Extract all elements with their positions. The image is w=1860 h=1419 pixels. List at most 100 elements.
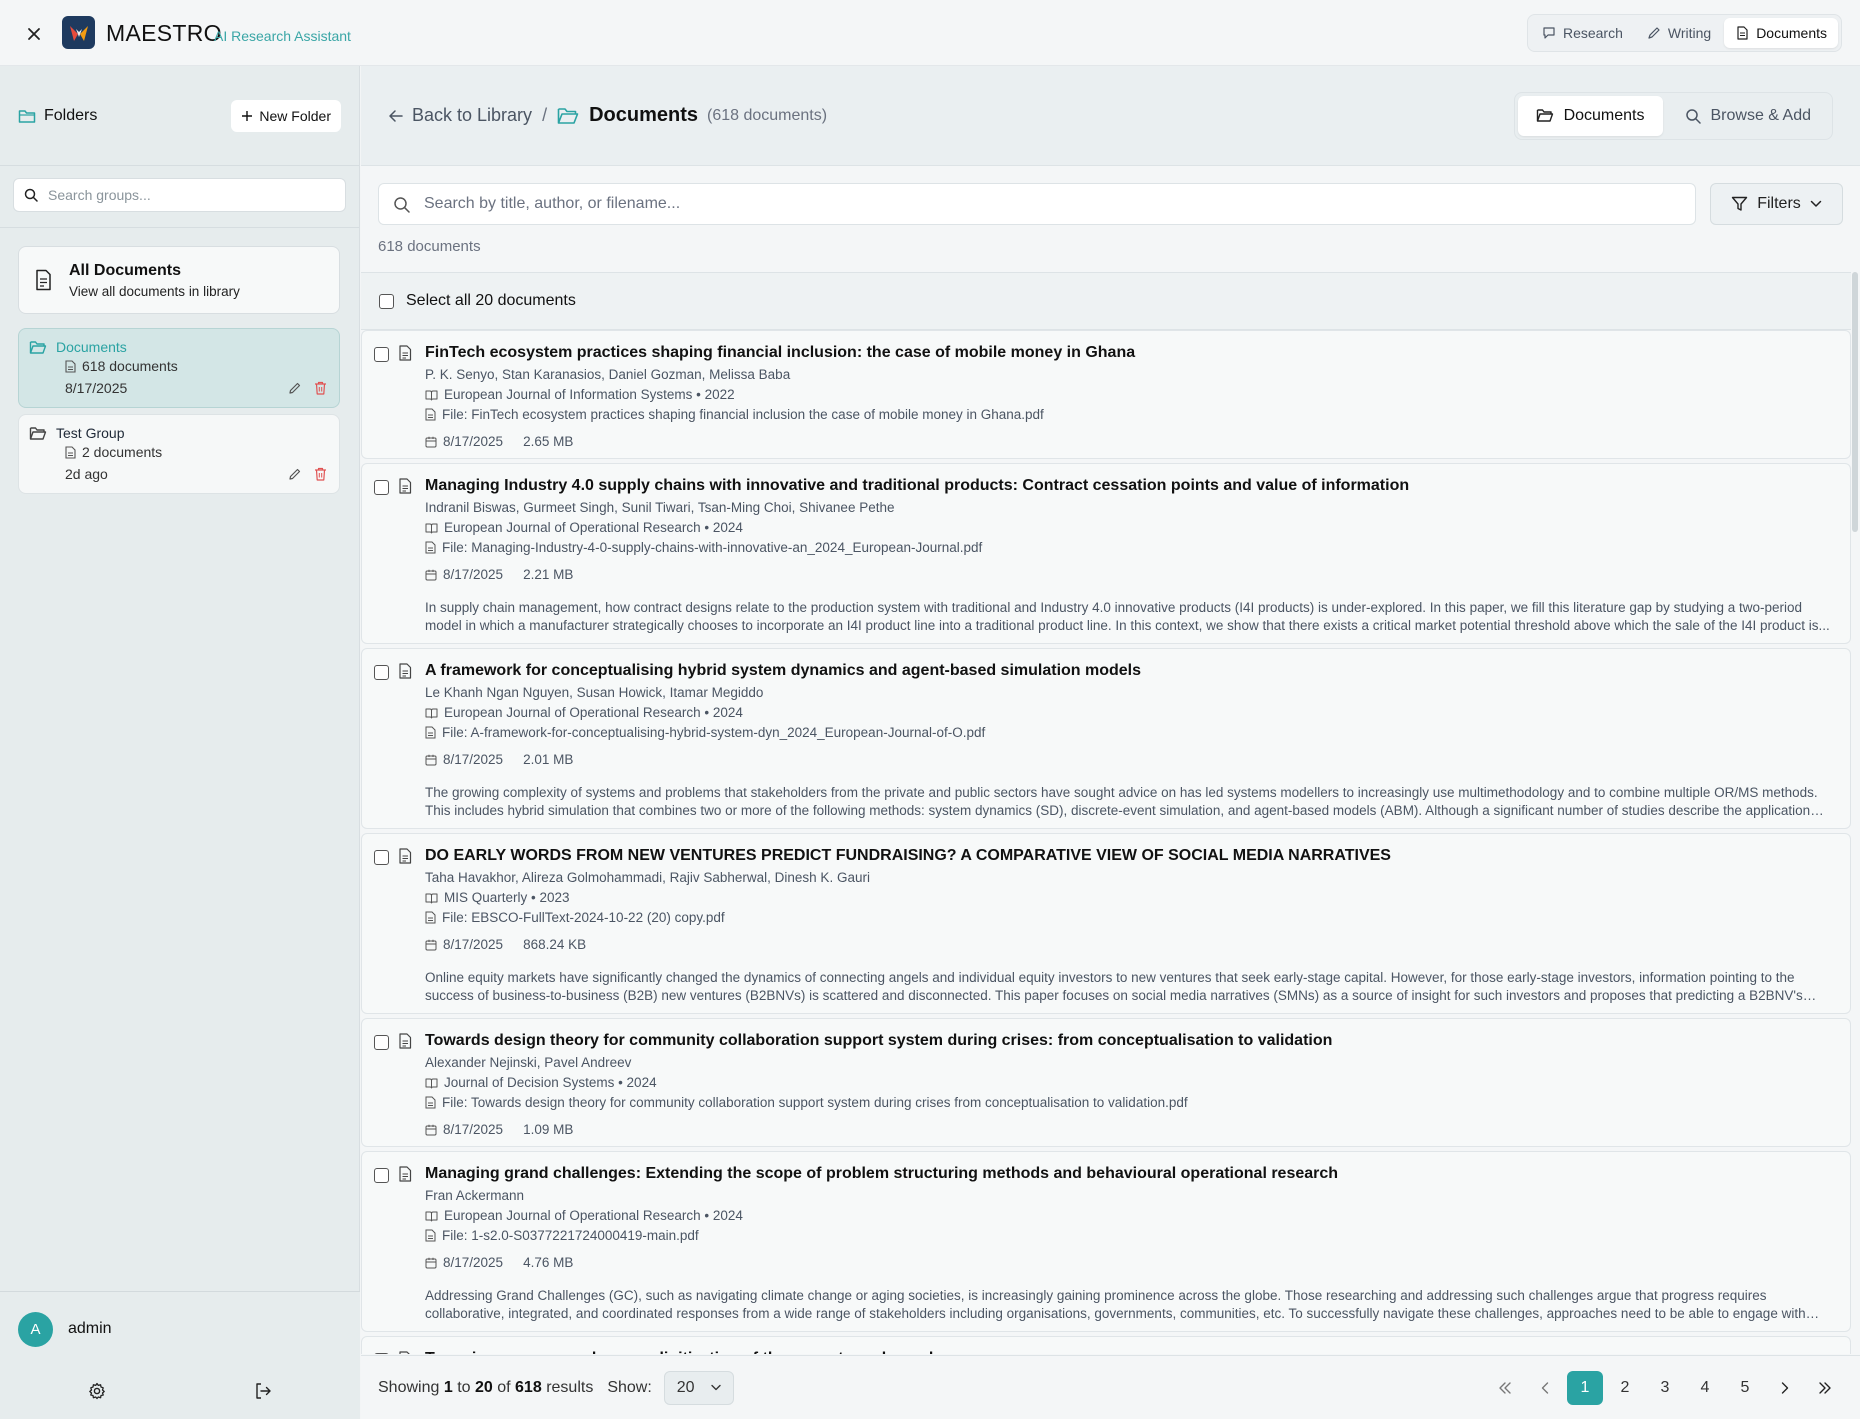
select-all-checkbox[interactable] [379, 294, 394, 309]
document-journal-row: Journal of Decision Systems • 2024 [425, 1074, 1838, 1091]
document-checkbox[interactable] [374, 850, 389, 865]
mode-writing-button[interactable]: Writing [1636, 18, 1722, 48]
document-list: FinTech ecosystem practices shaping fina… [361, 330, 1851, 1354]
document-row[interactable]: Managing Industry 4.0 supply chains with… [361, 463, 1851, 644]
all-documents-title: All Documents [69, 262, 240, 280]
all-documents-card[interactable]: All Documents View all documents in libr… [18, 246, 340, 314]
document-checkbox[interactable] [374, 347, 389, 362]
tab-documents-label: Documents [1564, 107, 1645, 125]
sidebar-header: Folders New Folder [0, 66, 359, 166]
document-journal: European Journal of Operational Research… [444, 704, 743, 721]
file-icon [65, 360, 76, 373]
page-4-button[interactable]: 4 [1687, 1371, 1723, 1405]
document-date: 8/17/2025 [443, 1254, 503, 1271]
document-abstract: In supply chain management, how contract… [425, 599, 1838, 635]
last-page-button[interactable] [1807, 1371, 1843, 1405]
results-summary: Showing 1 to 20 of 618 results [378, 1379, 593, 1397]
of-word: of [497, 1379, 510, 1396]
document-row[interactable]: Managing grand challenges: Extending the… [361, 1151, 1851, 1332]
tab-browse-add[interactable]: Browse & Add [1667, 96, 1830, 136]
document-title[interactable]: Managing grand challenges: Extending the… [425, 1164, 1838, 1184]
trash-icon[interactable] [314, 467, 327, 481]
document-authors: Alexander Nejinski, Pavel Andreev [425, 1054, 1838, 1071]
document-checkbox[interactable] [374, 1035, 389, 1050]
document-row[interactable]: A framework for conceptualising hybrid s… [361, 648, 1851, 829]
document-row[interactable]: DO EARLY WORDS FROM NEW VENTURES PREDICT… [361, 833, 1851, 1014]
edit-icon[interactable] [288, 381, 302, 395]
chevron-left-icon [1541, 1382, 1549, 1394]
chevron-down-icon [1810, 200, 1822, 208]
page-2-button[interactable]: 2 [1607, 1371, 1643, 1405]
document-date: 8/17/2025 [443, 433, 503, 450]
page-numbers: 12345 [1567, 1371, 1763, 1405]
new-folder-button[interactable]: New Folder [231, 100, 341, 132]
folder-open-icon [557, 107, 579, 125]
trash-icon[interactable] [314, 381, 327, 395]
document-journal: European Journal of Operational Research… [444, 519, 743, 536]
search-row: Filters [378, 183, 1843, 225]
folder-open-icon [29, 340, 47, 355]
mode-research-button[interactable]: Research [1531, 18, 1634, 48]
file-icon [398, 1351, 412, 1354]
document-row[interactable]: FinTech ecosystem practices shaping fina… [361, 330, 1851, 459]
calendar-icon [425, 754, 437, 766]
app-name: MAESTRO [106, 20, 222, 47]
document-date: 8/17/2025 [443, 936, 503, 953]
scrollbar[interactable] [1852, 272, 1858, 532]
document-title[interactable]: Towards design theory for community coll… [425, 1031, 1838, 1051]
new-folder-label: New Folder [259, 108, 331, 124]
top-bar: MAESTRO AI Research Assistant Research W… [0, 0, 1860, 66]
first-page-button[interactable] [1487, 1371, 1523, 1405]
document-checkbox[interactable] [374, 665, 389, 680]
document-journal-row: European Journal of Operational Research… [425, 704, 1838, 721]
app-logo [62, 16, 95, 49]
folder-item-documents[interactable]: Documents 618 documents 8/17/2025 [18, 328, 340, 408]
close-icon[interactable] [22, 22, 46, 46]
prev-page-button[interactable] [1527, 1371, 1563, 1405]
back-to-library-link[interactable]: Back to Library [388, 105, 532, 126]
app-subtitle: AI Research Assistant [214, 28, 351, 44]
folder-name: Documents [56, 339, 127, 355]
document-file-row: File: 1-s2.0-S0377221724000419-main.pdf [425, 1227, 1838, 1244]
mode-documents-button[interactable]: Documents [1724, 18, 1838, 48]
document-date-row: 8/17/20254.76 MB [425, 1254, 1838, 1271]
document-checkbox[interactable] [374, 1168, 389, 1183]
file-icon [425, 408, 436, 421]
document-title[interactable]: Managing Industry 4.0 supply chains with… [425, 476, 1838, 496]
mode-research-label: Research [1563, 25, 1623, 41]
document-authors: Taha Havakhor, Alireza Golmohammadi, Raj… [425, 869, 1838, 886]
logout-icon[interactable] [254, 1382, 272, 1400]
document-row[interactable]: Tax privacy concerns hamper digitization… [361, 1336, 1851, 1354]
chevrons-right-icon [1818, 1382, 1832, 1394]
avatar[interactable]: A [18, 1312, 53, 1347]
folder-item-test-group[interactable]: Test Group 2 documents 2d ago [18, 414, 340, 494]
gear-icon[interactable] [88, 1382, 106, 1400]
results-from: 1 [444, 1379, 453, 1396]
document-search-input[interactable] [424, 195, 1681, 213]
document-authors: Le Khanh Ngan Nguyen, Susan Howick, Itam… [425, 684, 1838, 701]
page-1-button[interactable]: 1 [1567, 1371, 1603, 1405]
document-row[interactable]: Towards design theory for community coll… [361, 1018, 1851, 1147]
breadcrumb-separator: / [542, 105, 547, 126]
page-size-select[interactable]: 20 [664, 1371, 734, 1405]
document-date-row: 8/17/20252.21 MB [425, 566, 1838, 583]
document-checkbox[interactable] [374, 1353, 389, 1354]
document-title[interactable]: FinTech ecosystem practices shaping fina… [425, 343, 1838, 363]
edit-icon[interactable] [288, 467, 302, 481]
page-5-button[interactable]: 5 [1727, 1371, 1763, 1405]
document-title[interactable]: Tax privacy concerns hamper digitization… [425, 1349, 1838, 1354]
document-title[interactable]: DO EARLY WORDS FROM NEW VENTURES PREDICT… [425, 846, 1838, 866]
group-search-input[interactable] [48, 187, 335, 203]
document-title[interactable]: A framework for conceptualising hybrid s… [425, 661, 1838, 681]
view-switcher: Documents Browse & Add [1514, 92, 1833, 140]
document-journal-row: European Journal of Operational Research… [425, 519, 1838, 536]
tab-documents[interactable]: Documents [1518, 96, 1663, 136]
document-checkbox[interactable] [374, 480, 389, 495]
filters-button[interactable]: Filters [1710, 183, 1843, 225]
page-3-button[interactable]: 3 [1647, 1371, 1683, 1405]
next-page-button[interactable] [1767, 1371, 1803, 1405]
document-size: 2.65 MB [523, 433, 573, 450]
document-date-row: 8/17/20251.09 MB [425, 1121, 1838, 1138]
mode-documents-label: Documents [1756, 25, 1827, 41]
file-icon [425, 1096, 436, 1109]
